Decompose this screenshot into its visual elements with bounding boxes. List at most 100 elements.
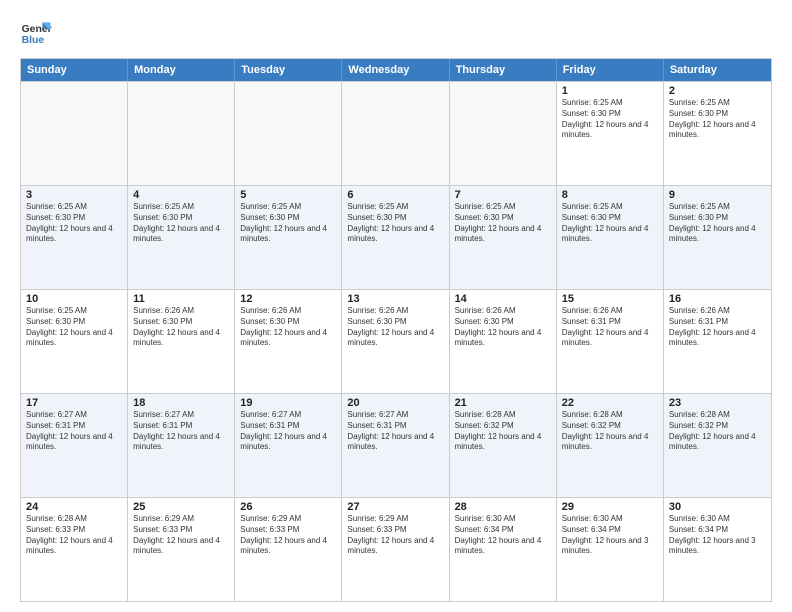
empty-cell: [21, 82, 128, 185]
day-number: 30: [669, 501, 766, 513]
calendar-header: SundayMondayTuesdayWednesdayThursdayFrid…: [21, 59, 771, 81]
day-number: 12: [240, 293, 336, 305]
day-cell-28: 28Sunrise: 6:30 AM Sunset: 6:34 PM Dayli…: [450, 498, 557, 601]
day-info: Sunrise: 6:28 AM Sunset: 6:32 PM Dayligh…: [562, 410, 658, 453]
empty-cell: [235, 82, 342, 185]
calendar-row-0: 1Sunrise: 6:25 AM Sunset: 6:30 PM Daylig…: [21, 81, 771, 185]
day-cell-21: 21Sunrise: 6:28 AM Sunset: 6:32 PM Dayli…: [450, 394, 557, 497]
day-info: Sunrise: 6:25 AM Sunset: 6:30 PM Dayligh…: [455, 202, 551, 245]
day-info: Sunrise: 6:30 AM Sunset: 6:34 PM Dayligh…: [669, 514, 766, 557]
day-number: 9: [669, 189, 766, 201]
day-number: 29: [562, 501, 658, 513]
day-cell-18: 18Sunrise: 6:27 AM Sunset: 6:31 PM Dayli…: [128, 394, 235, 497]
day-number: 22: [562, 397, 658, 409]
day-number: 11: [133, 293, 229, 305]
day-info: Sunrise: 6:26 AM Sunset: 6:31 PM Dayligh…: [562, 306, 658, 349]
day-cell-13: 13Sunrise: 6:26 AM Sunset: 6:30 PM Dayli…: [342, 290, 449, 393]
day-number: 17: [26, 397, 122, 409]
day-cell-29: 29Sunrise: 6:30 AM Sunset: 6:34 PM Dayli…: [557, 498, 664, 601]
header-day-monday: Monday: [128, 59, 235, 81]
day-cell-9: 9Sunrise: 6:25 AM Sunset: 6:30 PM Daylig…: [664, 186, 771, 289]
day-cell-16: 16Sunrise: 6:26 AM Sunset: 6:31 PM Dayli…: [664, 290, 771, 393]
day-info: Sunrise: 6:25 AM Sunset: 6:30 PM Dayligh…: [26, 306, 122, 349]
svg-text:Blue: Blue: [22, 35, 45, 46]
header: General Blue: [20, 16, 772, 48]
day-cell-11: 11Sunrise: 6:26 AM Sunset: 6:30 PM Dayli…: [128, 290, 235, 393]
day-number: 10: [26, 293, 122, 305]
header-day-friday: Friday: [557, 59, 664, 81]
day-cell-27: 27Sunrise: 6:29 AM Sunset: 6:33 PM Dayli…: [342, 498, 449, 601]
day-info: Sunrise: 6:25 AM Sunset: 6:30 PM Dayligh…: [26, 202, 122, 245]
day-number: 23: [669, 397, 766, 409]
day-info: Sunrise: 6:27 AM Sunset: 6:31 PM Dayligh…: [133, 410, 229, 453]
day-number: 26: [240, 501, 336, 513]
day-number: 16: [669, 293, 766, 305]
day-number: 8: [562, 189, 658, 201]
day-info: Sunrise: 6:25 AM Sunset: 6:30 PM Dayligh…: [240, 202, 336, 245]
day-number: 25: [133, 501, 229, 513]
day-info: Sunrise: 6:25 AM Sunset: 6:30 PM Dayligh…: [669, 98, 766, 141]
day-cell-12: 12Sunrise: 6:26 AM Sunset: 6:30 PM Dayli…: [235, 290, 342, 393]
day-cell-17: 17Sunrise: 6:27 AM Sunset: 6:31 PM Dayli…: [21, 394, 128, 497]
day-cell-14: 14Sunrise: 6:26 AM Sunset: 6:30 PM Dayli…: [450, 290, 557, 393]
day-number: 15: [562, 293, 658, 305]
header-day-tuesday: Tuesday: [235, 59, 342, 81]
empty-cell: [342, 82, 449, 185]
header-day-sunday: Sunday: [21, 59, 128, 81]
page: General Blue SundayMondayTuesdayWednesda…: [0, 0, 792, 612]
calendar-row-1: 3Sunrise: 6:25 AM Sunset: 6:30 PM Daylig…: [21, 185, 771, 289]
day-cell-1: 1Sunrise: 6:25 AM Sunset: 6:30 PM Daylig…: [557, 82, 664, 185]
day-cell-5: 5Sunrise: 6:25 AM Sunset: 6:30 PM Daylig…: [235, 186, 342, 289]
day-info: Sunrise: 6:27 AM Sunset: 6:31 PM Dayligh…: [347, 410, 443, 453]
day-number: 27: [347, 501, 443, 513]
calendar-row-3: 17Sunrise: 6:27 AM Sunset: 6:31 PM Dayli…: [21, 393, 771, 497]
day-info: Sunrise: 6:29 AM Sunset: 6:33 PM Dayligh…: [347, 514, 443, 557]
day-cell-24: 24Sunrise: 6:28 AM Sunset: 6:33 PM Dayli…: [21, 498, 128, 601]
day-number: 1: [562, 85, 658, 97]
header-day-saturday: Saturday: [664, 59, 771, 81]
day-info: Sunrise: 6:27 AM Sunset: 6:31 PM Dayligh…: [240, 410, 336, 453]
day-cell-10: 10Sunrise: 6:25 AM Sunset: 6:30 PM Dayli…: [21, 290, 128, 393]
day-number: 24: [26, 501, 122, 513]
day-info: Sunrise: 6:26 AM Sunset: 6:30 PM Dayligh…: [455, 306, 551, 349]
logo: General Blue: [20, 16, 52, 48]
day-info: Sunrise: 6:27 AM Sunset: 6:31 PM Dayligh…: [26, 410, 122, 453]
day-info: Sunrise: 6:29 AM Sunset: 6:33 PM Dayligh…: [133, 514, 229, 557]
day-info: Sunrise: 6:26 AM Sunset: 6:30 PM Dayligh…: [240, 306, 336, 349]
day-info: Sunrise: 6:26 AM Sunset: 6:31 PM Dayligh…: [669, 306, 766, 349]
day-info: Sunrise: 6:29 AM Sunset: 6:33 PM Dayligh…: [240, 514, 336, 557]
day-info: Sunrise: 6:28 AM Sunset: 6:33 PM Dayligh…: [26, 514, 122, 557]
calendar: SundayMondayTuesdayWednesdayThursdayFrid…: [20, 58, 772, 602]
day-number: 4: [133, 189, 229, 201]
day-cell-25: 25Sunrise: 6:29 AM Sunset: 6:33 PM Dayli…: [128, 498, 235, 601]
day-cell-3: 3Sunrise: 6:25 AM Sunset: 6:30 PM Daylig…: [21, 186, 128, 289]
day-number: 19: [240, 397, 336, 409]
day-number: 5: [240, 189, 336, 201]
day-info: Sunrise: 6:30 AM Sunset: 6:34 PM Dayligh…: [455, 514, 551, 557]
day-number: 2: [669, 85, 766, 97]
day-info: Sunrise: 6:25 AM Sunset: 6:30 PM Dayligh…: [347, 202, 443, 245]
calendar-body: 1Sunrise: 6:25 AM Sunset: 6:30 PM Daylig…: [21, 81, 771, 601]
day-number: 20: [347, 397, 443, 409]
header-day-wednesday: Wednesday: [342, 59, 449, 81]
day-number: 6: [347, 189, 443, 201]
day-number: 21: [455, 397, 551, 409]
day-cell-2: 2Sunrise: 6:25 AM Sunset: 6:30 PM Daylig…: [664, 82, 771, 185]
day-info: Sunrise: 6:25 AM Sunset: 6:30 PM Dayligh…: [562, 98, 658, 141]
day-cell-8: 8Sunrise: 6:25 AM Sunset: 6:30 PM Daylig…: [557, 186, 664, 289]
day-cell-20: 20Sunrise: 6:27 AM Sunset: 6:31 PM Dayli…: [342, 394, 449, 497]
day-number: 18: [133, 397, 229, 409]
day-info: Sunrise: 6:25 AM Sunset: 6:30 PM Dayligh…: [562, 202, 658, 245]
day-info: Sunrise: 6:28 AM Sunset: 6:32 PM Dayligh…: [669, 410, 766, 453]
day-cell-4: 4Sunrise: 6:25 AM Sunset: 6:30 PM Daylig…: [128, 186, 235, 289]
day-info: Sunrise: 6:28 AM Sunset: 6:32 PM Dayligh…: [455, 410, 551, 453]
day-info: Sunrise: 6:26 AM Sunset: 6:30 PM Dayligh…: [133, 306, 229, 349]
day-number: 7: [455, 189, 551, 201]
day-cell-19: 19Sunrise: 6:27 AM Sunset: 6:31 PM Dayli…: [235, 394, 342, 497]
day-number: 13: [347, 293, 443, 305]
calendar-row-4: 24Sunrise: 6:28 AM Sunset: 6:33 PM Dayli…: [21, 497, 771, 601]
day-cell-23: 23Sunrise: 6:28 AM Sunset: 6:32 PM Dayli…: [664, 394, 771, 497]
day-info: Sunrise: 6:30 AM Sunset: 6:34 PM Dayligh…: [562, 514, 658, 557]
day-number: 14: [455, 293, 551, 305]
day-cell-6: 6Sunrise: 6:25 AM Sunset: 6:30 PM Daylig…: [342, 186, 449, 289]
